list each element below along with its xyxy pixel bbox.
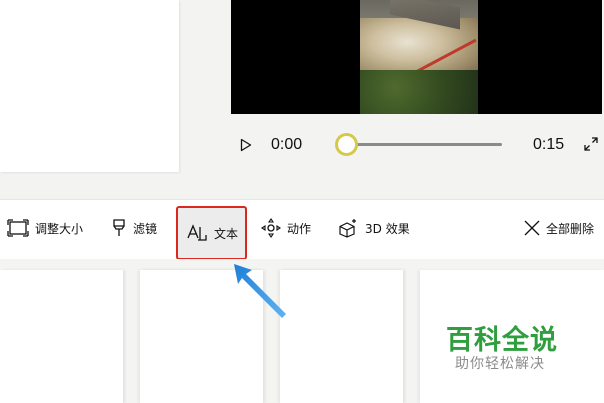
remove-all-label: 全部删除 [546, 221, 595, 236]
motion-icon [261, 218, 281, 238]
filter-label: 滤镜 [133, 221, 158, 236]
play-icon [240, 138, 252, 152]
filter-icon [113, 219, 125, 236]
seek-thumb[interactable] [335, 133, 358, 156]
3d-effects-button[interactable]: 3D 效果 [337, 208, 410, 248]
3d-effect-icon [339, 219, 356, 238]
resize-label: 调整大小 [35, 221, 84, 236]
motion-label: 动作 [287, 221, 312, 236]
storyboard-card[interactable] [0, 270, 123, 403]
text-button[interactable]: 文本 [176, 206, 247, 260]
text-label: 文本 [214, 226, 239, 241]
resize-button[interactable]: 调整大小 [7, 208, 83, 248]
edit-toolbar: 调整大小 滤镜 文本 动作 3D 效果 全部删除 [0, 199, 604, 260]
fullscreen-button[interactable] [583, 136, 599, 152]
expand-icon [584, 137, 598, 151]
resize-icon [7, 219, 29, 237]
3d-effects-label: 3D 效果 [365, 221, 410, 236]
storyboard-card[interactable] [280, 270, 403, 403]
current-time: 0:00 [271, 136, 303, 153]
play-button[interactable] [240, 137, 252, 152]
total-time: 0:15 [533, 136, 565, 153]
video-frame-image [360, 0, 478, 114]
video-preview[interactable] [231, 0, 602, 114]
annotation-arrow [234, 264, 286, 318]
photos-video-editor: 0:00 0:15 调整大小 滤镜 文本 动作 3D 效果 全部删除 百科全说 … [0, 0, 604, 403]
watermark-title: 百科全说 [446, 325, 558, 356]
filter-button[interactable]: 滤镜 [111, 208, 157, 248]
remove-all-button[interactable]: 全部删除 [524, 208, 594, 248]
watermark-subtitle: 助你轻松解决 [455, 356, 545, 372]
blank-card [0, 0, 179, 172]
motion-button[interactable]: 动作 [261, 208, 311, 248]
seek-track[interactable] [346, 143, 502, 146]
close-icon [524, 220, 540, 236]
text-icon [187, 224, 207, 241]
